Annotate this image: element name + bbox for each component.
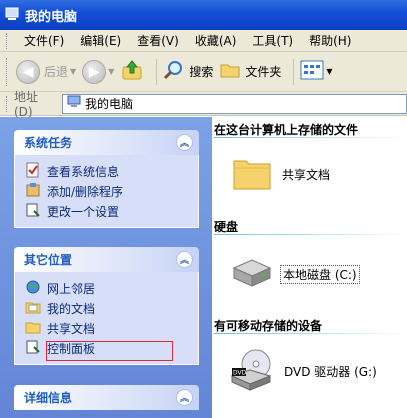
folder-icon	[232, 155, 272, 194]
address-bar: 地址(D) 我的电脑	[0, 90, 407, 119]
system-tasks-body: 查看系统信息 添加/删除程序 更改一个设置	[14, 155, 199, 228]
computer-icon	[4, 6, 20, 25]
forward-button[interactable]: ▶ ▼	[82, 59, 114, 84]
address-grip	[6, 95, 8, 112]
menu-help[interactable]: 帮助(H)	[309, 32, 351, 49]
address-label: 地址(D)	[13, 90, 38, 119]
views-icon	[300, 60, 324, 83]
forward-arrow-icon: ▶	[82, 59, 107, 84]
toolbar-grip	[6, 57, 8, 86]
item-local-disk-c[interactable]: 本地磁盘 (C:)	[230, 258, 360, 291]
system-tasks-panel: 系统任务 ︽ 查看系统信息 添加/删除程序 更改一个设置	[14, 130, 199, 228]
toolbar: ◀ 后退 ▼ ▶ ▼ 搜索 文件夹 ▼	[0, 52, 407, 92]
collapse-chevron-icon[interactable]: ︽	[176, 389, 193, 406]
section-stored-files: 在这台计算机上存储的文件	[214, 123, 359, 137]
title-bar: 我的电脑	[0, 0, 407, 30]
address-value: 我的电脑	[84, 97, 133, 111]
forward-dropdown-icon[interactable]: ▼	[108, 67, 114, 76]
task-change-setting[interactable]: 更改一个设置	[25, 201, 190, 221]
toolbar-separator	[156, 58, 158, 85]
dvd-drive-icon: DVD	[228, 348, 274, 395]
system-info-icon	[25, 162, 41, 181]
collapse-chevron-icon[interactable]: ︽	[176, 134, 193, 151]
hard-disk-icon	[230, 258, 274, 291]
views-button[interactable]: ▼	[300, 60, 333, 83]
place-my-documents[interactable]: 我的文档	[25, 298, 190, 318]
menu-bar: 文件(F) 编辑(E) 查看(V) 收藏(A) 工具(T) 帮助(H)	[0, 30, 407, 52]
shared-folder-icon	[25, 319, 41, 338]
item-dvd-drive-g[interactable]: DVD DVD 驱动器 (G:)	[228, 348, 377, 395]
network-globe-icon	[25, 279, 41, 298]
search-icon	[163, 59, 185, 84]
section-divider	[214, 234, 407, 235]
back-button[interactable]: ◀ 后退 ▼	[16, 59, 76, 84]
menu-file[interactable]: 文件(F)	[24, 32, 64, 49]
menu-view[interactable]: 查看(V)	[137, 32, 179, 49]
menu-grip	[6, 32, 8, 49]
details-panel: 详细信息 ︽	[14, 385, 199, 410]
window-title: 我的电脑	[25, 9, 78, 25]
folders-icon	[219, 59, 241, 84]
control-panel-highlight-box	[46, 341, 173, 361]
views-dropdown-icon[interactable]: ▼	[326, 67, 332, 76]
item-shared-documents[interactable]: 共享文档	[232, 155, 330, 194]
menu-favorites[interactable]: 收藏(A)	[195, 32, 237, 49]
section-hard-disks: 硬盘	[214, 220, 239, 234]
task-view-system-info[interactable]: 查看系统信息	[25, 161, 190, 181]
task-add-remove-programs[interactable]: 添加/删除程序	[25, 181, 190, 201]
collapse-chevron-icon[interactable]: ︽	[176, 251, 193, 268]
other-places-header[interactable]: 其它位置 ︽	[14, 247, 199, 272]
place-network[interactable]: 网上邻居	[25, 278, 190, 298]
back-dropdown-icon[interactable]: ▼	[70, 67, 76, 76]
section-removable-storage: 有可移动存储的设备	[214, 319, 323, 333]
section-divider	[214, 137, 407, 138]
place-shared-documents[interactable]: 共享文档	[25, 318, 190, 338]
svg-text:DVD: DVD	[233, 370, 247, 377]
address-field[interactable]: 我的电脑	[61, 93, 407, 114]
settings-icon	[25, 202, 41, 221]
details-header[interactable]: 详细信息 ︽	[14, 385, 199, 410]
back-arrow-icon: ◀	[16, 59, 40, 84]
menu-edit[interactable]: 编辑(E)	[80, 32, 121, 49]
up-folder-icon	[120, 58, 144, 85]
search-button[interactable]: 搜索	[163, 59, 213, 84]
system-tasks-header[interactable]: 系统任务 ︽	[14, 130, 199, 155]
section-divider	[214, 333, 407, 334]
documents-folder-icon	[25, 299, 41, 318]
toolbar-separator-2	[293, 58, 295, 85]
add-remove-icon	[25, 182, 41, 201]
menu-tools[interactable]: 工具(T)	[252, 32, 293, 49]
up-button[interactable]	[120, 58, 144, 85]
computer-icon	[67, 95, 81, 112]
folders-button[interactable]: 文件夹	[219, 59, 281, 84]
control-panel-icon	[25, 339, 41, 358]
